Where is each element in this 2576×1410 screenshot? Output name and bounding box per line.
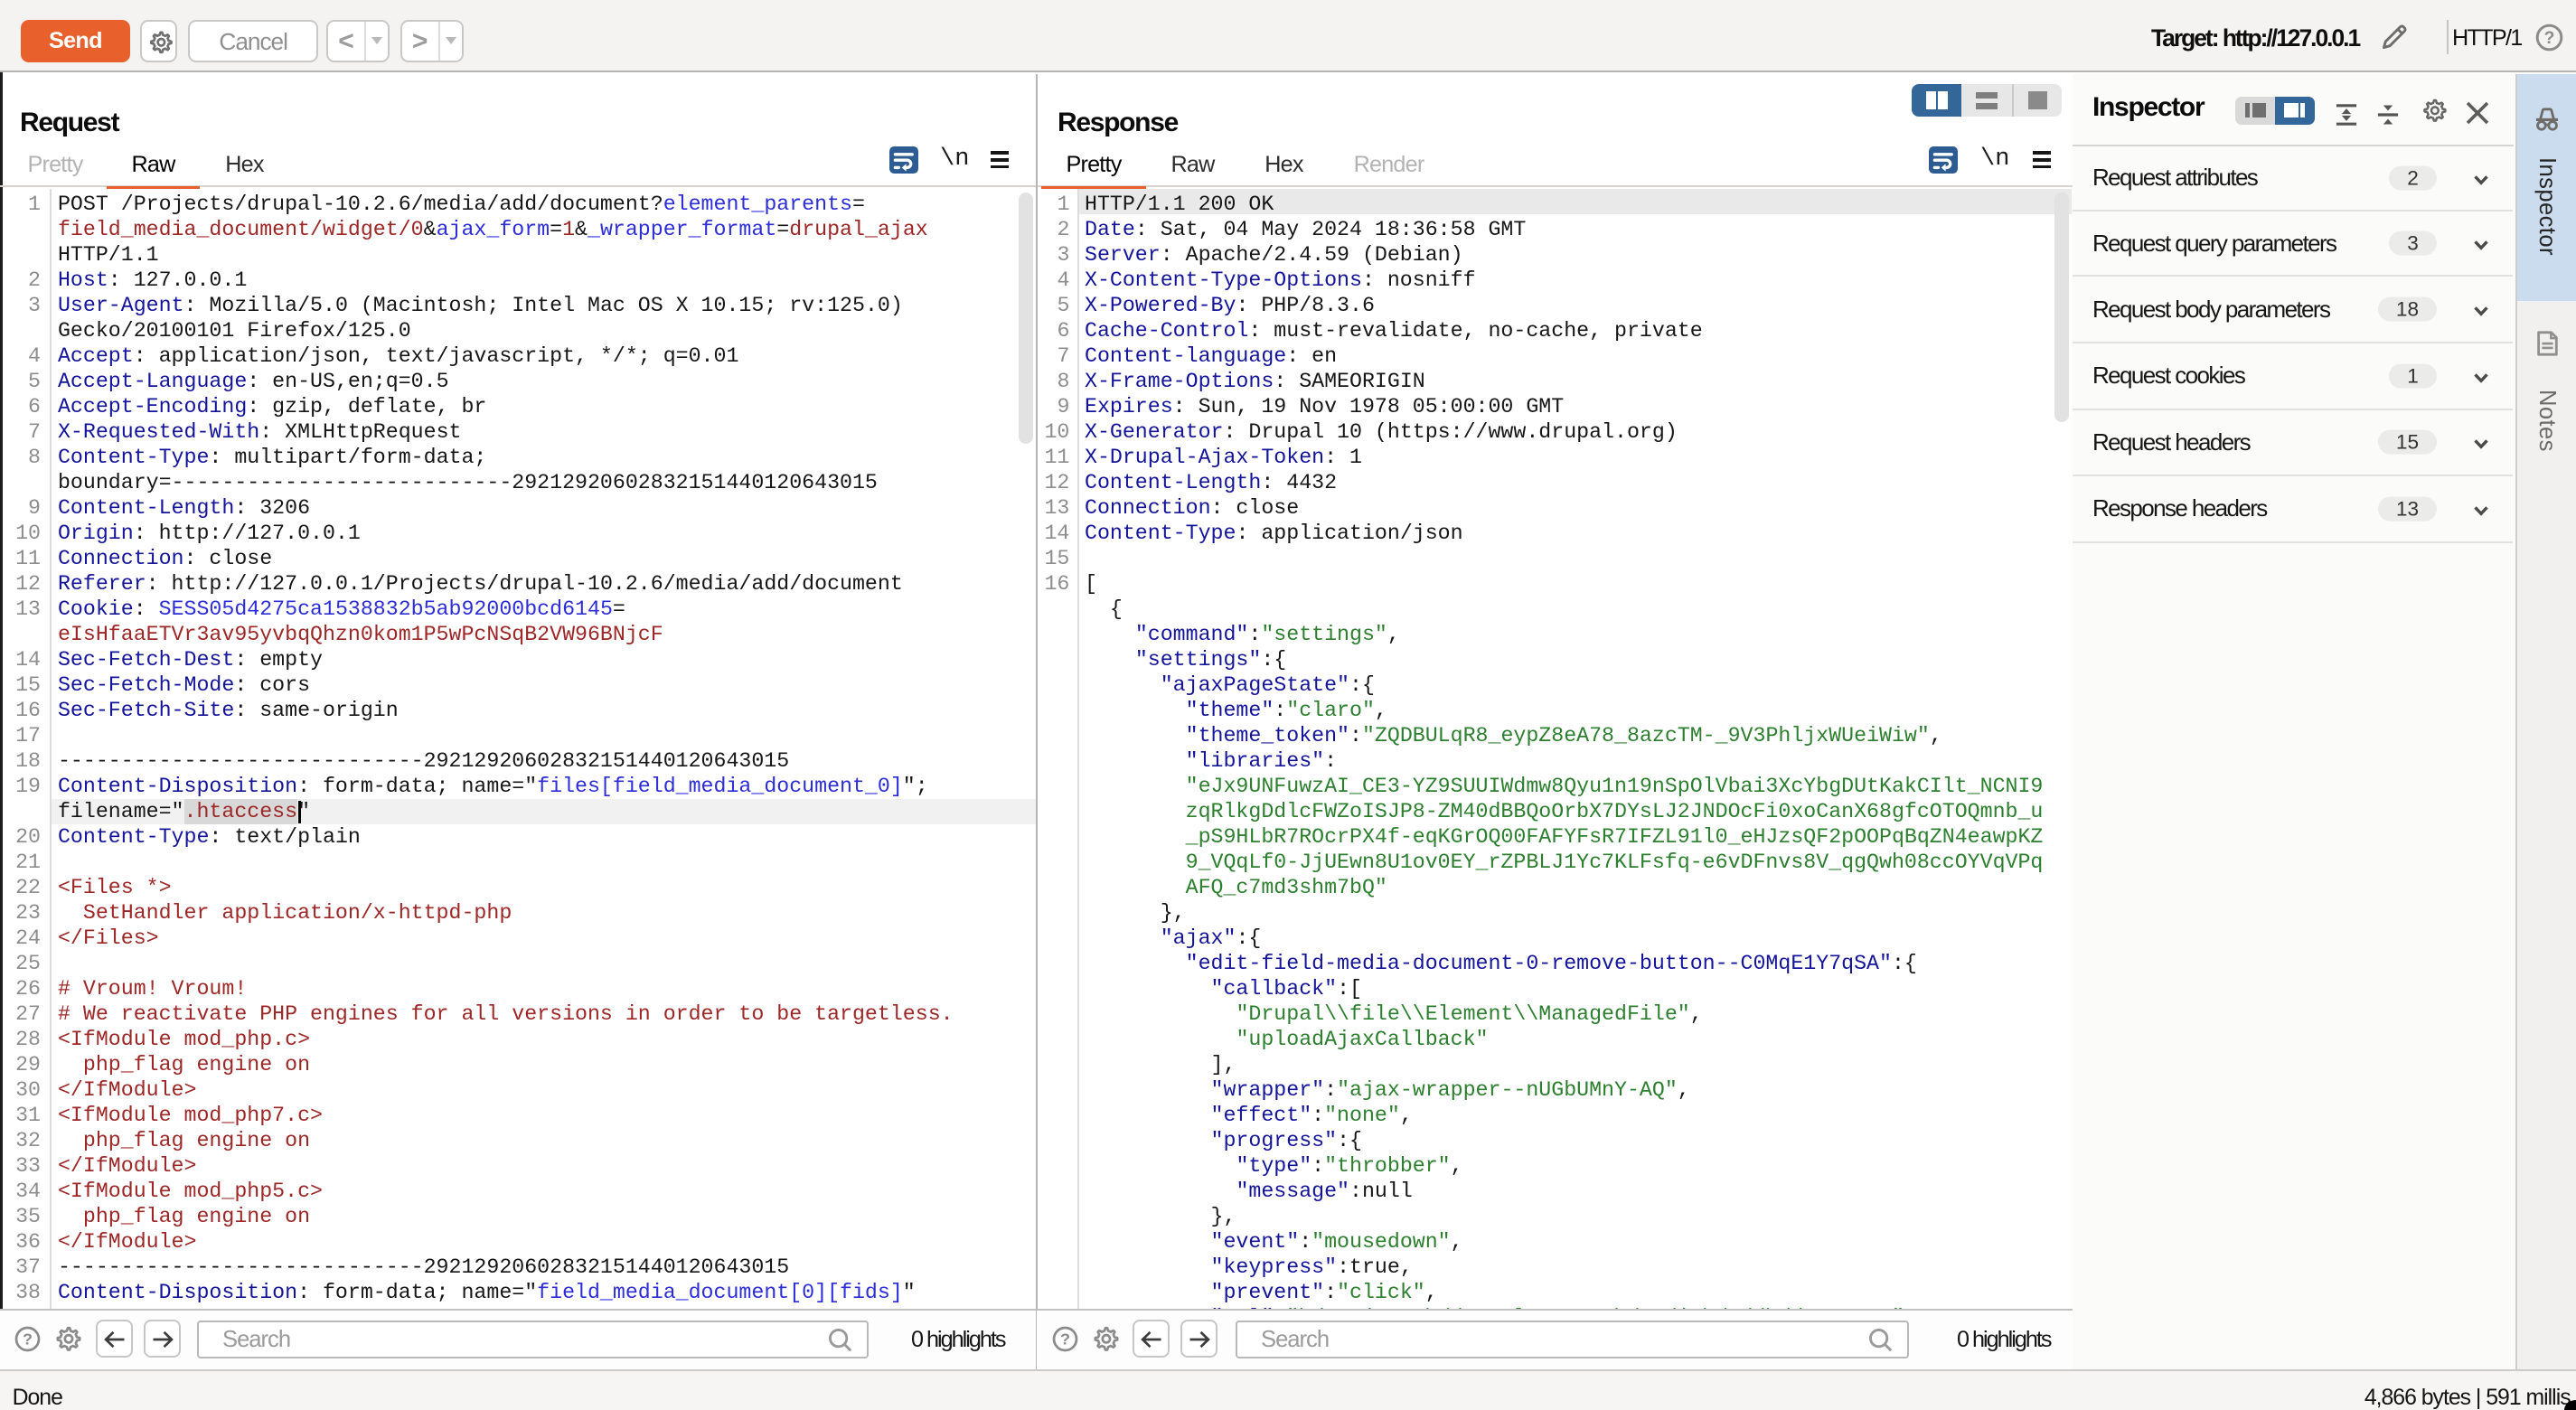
svg-text:?: ? (1060, 1330, 1070, 1349)
svg-text:?: ? (2544, 29, 2555, 48)
svg-text:?: ? (23, 1330, 33, 1349)
